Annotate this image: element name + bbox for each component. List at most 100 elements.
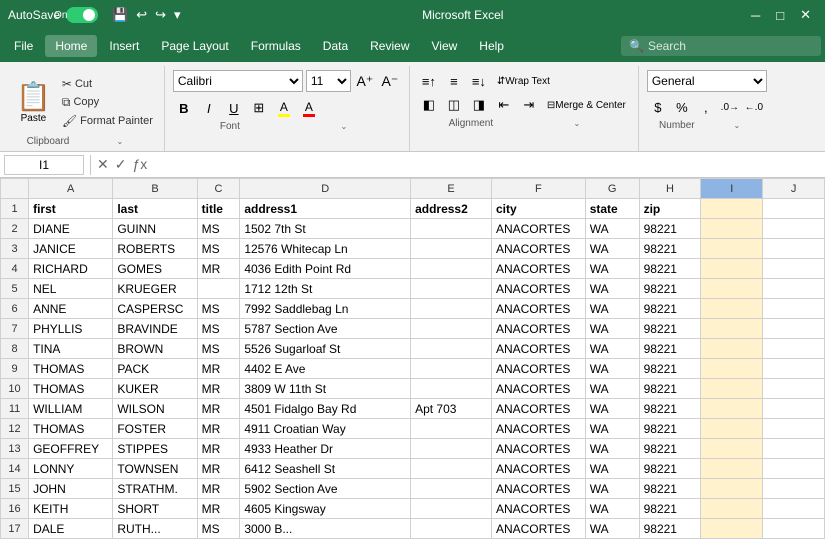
cell[interactable]: DIANE — [29, 219, 113, 239]
cell[interactable] — [411, 459, 492, 479]
cell[interactable]: ANACORTES — [491, 439, 585, 459]
cell[interactable] — [411, 339, 492, 359]
cell[interactable] — [763, 319, 825, 339]
cell[interactable] — [763, 219, 825, 239]
col-header-g[interactable]: G — [585, 179, 639, 199]
cell[interactable]: JANICE — [29, 239, 113, 259]
cell[interactable]: ANACORTES — [491, 219, 585, 239]
cell[interactable]: BROWN — [113, 339, 197, 359]
cell[interactable] — [411, 439, 492, 459]
cell[interactable] — [763, 299, 825, 319]
cell[interactable]: 98221 — [639, 279, 701, 299]
cell[interactable] — [701, 339, 763, 359]
cell[interactable] — [701, 359, 763, 379]
row-number-2[interactable]: 2 — [1, 219, 29, 239]
number-expand-icon[interactable]: ⌄ — [707, 121, 767, 130]
cell[interactable]: 98221 — [639, 339, 701, 359]
font-color-button[interactable]: A — [298, 97, 320, 119]
cell[interactable]: GOMES — [113, 259, 197, 279]
cell[interactable]: 4402 E Ave — [240, 359, 411, 379]
cell[interactable]: ANACORTES — [491, 399, 585, 419]
cell[interactable]: state — [585, 199, 639, 219]
format-painter-button[interactable]: 🖌 Format Painter — [59, 113, 156, 129]
cell[interactable]: 4911 Croatian Way — [240, 419, 411, 439]
autosave-toggle[interactable]: On — [66, 7, 98, 23]
col-header-j[interactable]: J — [763, 179, 825, 199]
cell[interactable]: WA — [585, 299, 639, 319]
cell[interactable] — [701, 419, 763, 439]
cell[interactable] — [411, 279, 492, 299]
copy-button[interactable]: ⧉ Copy — [59, 94, 156, 111]
cell[interactable] — [763, 339, 825, 359]
cell[interactable]: 98221 — [639, 459, 701, 479]
cell[interactable]: 98221 — [639, 299, 701, 319]
align-center-button[interactable]: ◫ — [443, 94, 465, 116]
cell[interactable]: MR — [197, 399, 240, 419]
cell[interactable]: zip — [639, 199, 701, 219]
cell[interactable]: 5526 Sugarloaf St — [240, 339, 411, 359]
cell[interactable] — [701, 439, 763, 459]
row-number-5[interactable]: 5 — [1, 279, 29, 299]
cell[interactable]: THOMAS — [29, 379, 113, 399]
cell[interactable]: 4501 Fidalgo Bay Rd — [240, 399, 411, 419]
cell[interactable]: MS — [197, 219, 240, 239]
row-number-6[interactable]: 6 — [1, 299, 29, 319]
cell[interactable]: MR — [197, 419, 240, 439]
cell[interactable]: WA — [585, 379, 639, 399]
cell[interactable]: MS — [197, 519, 240, 539]
cell[interactable]: 98221 — [639, 219, 701, 239]
cell[interactable] — [701, 379, 763, 399]
cell[interactable]: WA — [585, 499, 639, 519]
formula-input[interactable] — [151, 155, 821, 175]
sheet-wrapper[interactable]: A B C D E F G H I J 1firstlasttitleaddre… — [0, 178, 825, 539]
cell[interactable] — [701, 319, 763, 339]
cell[interactable]: WA — [585, 419, 639, 439]
cell[interactable]: SHORT — [113, 499, 197, 519]
cell[interactable]: WA — [585, 399, 639, 419]
cell[interactable]: NEL — [29, 279, 113, 299]
cell[interactable] — [763, 479, 825, 499]
percent-button[interactable]: % — [671, 96, 693, 118]
cell[interactable]: 98221 — [639, 259, 701, 279]
cell[interactable] — [701, 519, 763, 539]
cell[interactable] — [411, 359, 492, 379]
col-header-d[interactable]: D — [240, 179, 411, 199]
cell[interactable]: WA — [585, 239, 639, 259]
cell[interactable]: WA — [585, 259, 639, 279]
col-header-b[interactable]: B — [113, 179, 197, 199]
menu-help[interactable]: Help — [469, 35, 514, 57]
cell[interactable]: ANACORTES — [491, 319, 585, 339]
cell[interactable]: MR — [197, 439, 240, 459]
align-top-left-button[interactable]: ≡↑ — [418, 70, 440, 92]
cell[interactable]: city — [491, 199, 585, 219]
cell[interactable]: WA — [585, 279, 639, 299]
cell[interactable]: 98221 — [639, 519, 701, 539]
cell[interactable] — [763, 239, 825, 259]
cell[interactable]: 4605 Kingsway — [240, 499, 411, 519]
cell[interactable] — [411, 239, 492, 259]
cell[interactable]: ANACORTES — [491, 279, 585, 299]
cell[interactable] — [411, 219, 492, 239]
cell[interactable] — [701, 259, 763, 279]
cell[interactable]: LONNY — [29, 459, 113, 479]
cell[interactable]: MR — [197, 259, 240, 279]
cell[interactable]: ANNE — [29, 299, 113, 319]
cell[interactable] — [763, 399, 825, 419]
cell[interactable]: last — [113, 199, 197, 219]
decrease-decimal-button[interactable]: ←.0 — [743, 96, 765, 118]
increase-font-button[interactable]: A⁺ — [354, 70, 376, 92]
cell[interactable]: 98221 — [639, 359, 701, 379]
wrap-text-button[interactable]: ⇵ Wrap Text — [493, 70, 554, 92]
cell[interactable]: MR — [197, 499, 240, 519]
clipboard-expand-icon[interactable]: ⌄ — [84, 137, 156, 146]
cell[interactable]: TOWNSEN — [113, 459, 197, 479]
menu-page-layout[interactable]: Page Layout — [151, 35, 238, 57]
cell[interactable]: STIPPES — [113, 439, 197, 459]
row-number-15[interactable]: 15 — [1, 479, 29, 499]
cell[interactable]: WA — [585, 359, 639, 379]
cell[interactable] — [701, 239, 763, 259]
cell[interactable] — [763, 379, 825, 399]
row-number-13[interactable]: 13 — [1, 439, 29, 459]
cell[interactable]: FOSTER — [113, 419, 197, 439]
border-button[interactable]: ⊞ — [248, 97, 270, 119]
